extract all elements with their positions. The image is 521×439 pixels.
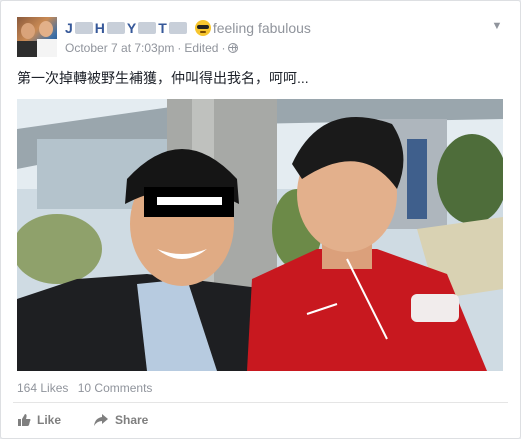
feeling-label: feeling fabulous <box>212 20 311 36</box>
chevron-down-icon[interactable]: ▼ <box>490 19 504 33</box>
name-redaction <box>106 22 125 34</box>
post-meta: October 7 at 7:03pm · Edited · <box>65 41 239 55</box>
divider <box>13 402 508 403</box>
post-text: 第一次掉轉被野生補獲，仲叫得出我名，呵呵... <box>17 70 309 86</box>
author-name-part-3: Y <box>126 20 137 36</box>
share-button[interactable]: Share <box>93 409 148 431</box>
post-header: J H Y Tfeeling fabulous October 7 at 7:03pm… <box>17 17 508 59</box>
avatar[interactable] <box>17 17 57 57</box>
meta-separator: · <box>177 41 182 55</box>
comments-count[interactable]: 10 Comments <box>78 381 153 395</box>
author-name[interactable]: JHYT <box>65 20 189 36</box>
name-redaction <box>74 22 93 34</box>
globe-icon[interactable] <box>228 43 239 53</box>
like-button[interactable]: Like <box>17 409 61 431</box>
post-stats: 164 Likes 10 Comments <box>17 381 158 395</box>
author-name-part-4: T <box>158 20 167 36</box>
author-line: J H Y Tfeeling fabulous <box>65 19 311 37</box>
share-label: Share <box>115 413 149 427</box>
like-label: Like <box>37 413 62 427</box>
post-photo[interactable] <box>17 99 503 371</box>
name-redaction <box>138 22 157 34</box>
like-icon <box>18 414 31 426</box>
post-timestamp[interactable]: October 7 at 7:03pm <box>65 41 174 55</box>
share-icon <box>94 414 108 426</box>
post-card: J H Y Tfeeling fabulous October 7 at 7:03pm… <box>0 0 521 439</box>
name-redaction <box>168 22 187 34</box>
photo-illustration <box>17 99 503 371</box>
edited-label[interactable]: Edited <box>184 41 218 55</box>
meta-separator: · <box>221 41 226 55</box>
likes-count[interactable]: 164 Likes <box>17 381 68 395</box>
author-name-part-1: J <box>65 20 73 36</box>
author-name-part-2: H <box>94 20 105 36</box>
sunglasses-emoji-icon <box>194 20 211 36</box>
